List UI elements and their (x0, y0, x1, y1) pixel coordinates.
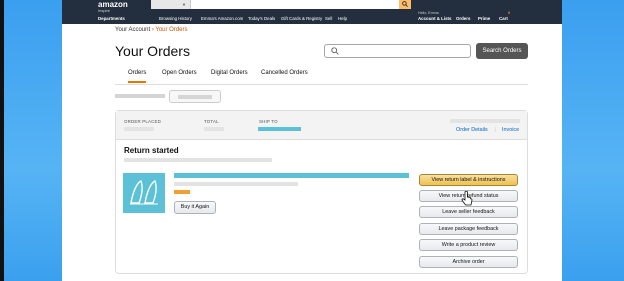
right-bezel (562, 0, 624, 281)
view-return-label-button[interactable]: View return label & instructions (419, 174, 518, 186)
archive-order-button[interactable]: Archive order (419, 256, 518, 268)
nav-link-browsing-history[interactable]: Browsing History (159, 16, 192, 21)
orders-link[interactable]: Orders (456, 16, 470, 21)
status-detail-placeholder (124, 158, 272, 162)
order-details-link[interactable]: Order Details (456, 127, 488, 133)
search-icon (331, 47, 339, 55)
tab-orders[interactable]: Orders (128, 70, 147, 83)
hand-cursor-icon (461, 191, 473, 206)
tab-digital-orders[interactable]: Digital Orders (211, 70, 248, 76)
nav-link-emmas-amazon[interactable]: Emma's Amazon.com (201, 16, 243, 21)
breadcrumb-current: Your Orders (155, 27, 188, 33)
product-title-link[interactable] (174, 173, 409, 178)
product-shoe-icon (130, 180, 158, 205)
total-label: TOTAL (204, 119, 219, 124)
invoice-link[interactable]: Invoice (502, 127, 519, 133)
chevron-down-icon: ▼ (182, 2, 186, 7)
order-status-heading: Return started (124, 146, 179, 155)
search-category-dropdown[interactable]: ▼ (151, 0, 191, 9)
filter-placeholder (178, 95, 212, 99)
product-seller-placeholder (174, 182, 298, 186)
order-search-input[interactable] (324, 44, 471, 58)
search-orders-button[interactable]: Search Orders (476, 43, 528, 59)
prime-menu[interactable]: Prime (478, 16, 490, 21)
tab-open-orders[interactable]: Open Orders (162, 70, 197, 76)
amazon-logo[interactable]: amazon Inspire (98, 0, 128, 13)
leave-seller-feedback-button[interactable]: Leave seller feedback (419, 206, 518, 218)
site-search-button[interactable] (399, 0, 411, 9)
account-lists-menu[interactable]: Account & Lists (418, 16, 451, 21)
breadcrumb: Your Account › Your Orders (115, 27, 188, 33)
breadcrumb-your-account[interactable]: Your Account (115, 27, 150, 33)
header-link-separator: | (495, 127, 497, 133)
search-icon (402, 1, 408, 7)
breadcrumb-separator: › (151, 27, 154, 33)
total-placeholder (204, 127, 224, 131)
ship-to-label: SHIP TO (259, 119, 278, 124)
order-date-placeholder (124, 127, 154, 131)
departments-menu[interactable]: Departments (98, 16, 125, 21)
time-filter-dropdown[interactable] (169, 90, 221, 103)
ship-to-name-link[interactable] (258, 127, 301, 131)
order-number-placeholder (450, 119, 520, 123)
nav-link-todays-deals[interactable]: Today's Deals (248, 16, 275, 21)
tab-cancelled-orders[interactable]: Cancelled Orders (261, 70, 308, 76)
nav-link-help[interactable]: Help (338, 16, 347, 21)
page-title: Your Orders (115, 43, 190, 59)
nav-link-sell[interactable]: Sell (325, 16, 332, 21)
amazon-header: amazon Inspire ▼ Departments Browsing Hi… (62, 0, 562, 24)
product-price-placeholder (174, 190, 190, 194)
write-product-review-button[interactable]: Write a product review (419, 239, 518, 251)
order-card-header: ORDER PLACED TOTAL SHIP TO Order Details… (116, 111, 527, 140)
screen-edge (0, 0, 4, 281)
order-placed-label: ORDER PLACED (124, 119, 162, 124)
product-image[interactable] (123, 173, 165, 213)
orders-count-placeholder (115, 94, 165, 98)
logo-sub: Inspire (98, 8, 111, 13)
browser-screen: amazon Inspire ▼ Departments Browsing Hi… (62, 0, 562, 281)
cart-link[interactable]: Cart (499, 16, 508, 21)
order-tabs: Orders Open Orders Digital Orders Cancel… (115, 67, 528, 85)
buy-it-again-button[interactable]: Buy it Again (174, 201, 216, 214)
leave-package-feedback-button[interactable]: Leave package feedback (419, 223, 518, 235)
greeting: Hello, Emma (418, 11, 439, 15)
cart-count: 0 (508, 10, 511, 15)
left-bezel (0, 0, 62, 281)
nav-link-gift-cards[interactable]: Gift Cards & Registry (281, 16, 322, 21)
